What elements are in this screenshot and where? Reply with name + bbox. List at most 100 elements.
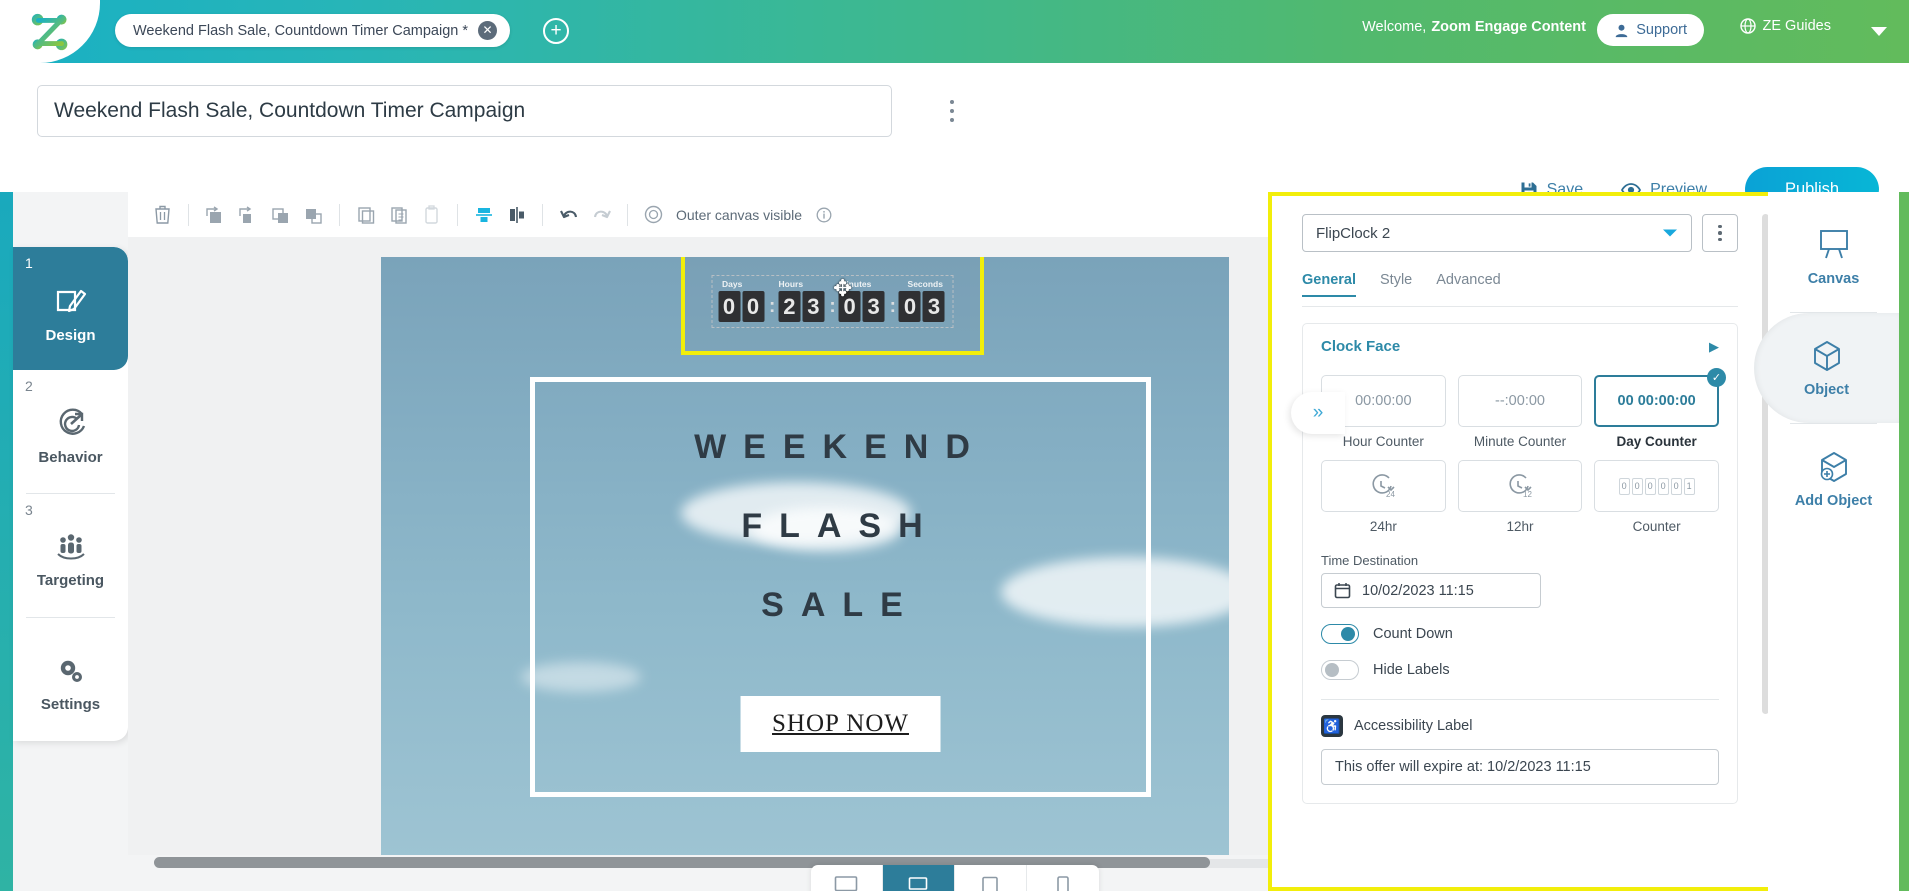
campaign-name-input[interactable] bbox=[37, 85, 892, 137]
divider bbox=[457, 203, 458, 226]
targeting-people-icon bbox=[56, 534, 85, 560]
clock-label-days: Days bbox=[722, 279, 743, 289]
step-number: 2 bbox=[25, 378, 33, 394]
bring-to-front-icon[interactable] bbox=[264, 199, 297, 231]
rail-item-label: Object bbox=[1803, 381, 1850, 398]
tab-style[interactable]: Style bbox=[1380, 272, 1412, 297]
sidebar-item-behavior[interactable]: 2 Behavior bbox=[13, 370, 128, 493]
clock-separator: : bbox=[889, 295, 896, 317]
clock-face-title: Clock Face bbox=[1321, 338, 1401, 355]
campaign-tab[interactable]: Weekend Flash Sale, Countdown Timer Camp… bbox=[115, 14, 511, 47]
design-canvas[interactable]: ↶ Days Hours Minutes Seconds 0 0 : 2 bbox=[128, 237, 1358, 855]
cube-icon bbox=[1813, 340, 1840, 371]
clock-face-option-minute[interactable]: --:00:00 Minute Counter bbox=[1457, 375, 1583, 449]
sidebar-item-settings[interactable]: Settings bbox=[13, 618, 128, 741]
campaign-title-panel: DRAFT ID: 📄 1938066 TYPE: Popup New bbox=[0, 63, 1909, 239]
collapse-panel-button[interactable]: » bbox=[1291, 392, 1345, 434]
close-icon[interactable]: ✕ bbox=[478, 21, 498, 40]
device-monitor-button[interactable] bbox=[811, 865, 883, 891]
clock-face-option-counter[interactable]: 000001 Counter bbox=[1594, 460, 1719, 534]
device-mobile-button[interactable] bbox=[1027, 865, 1099, 891]
rail-item-canvas[interactable]: Canvas bbox=[1768, 202, 1899, 312]
add-tab-button[interactable]: + bbox=[543, 18, 569, 44]
digit-second-2: 3 bbox=[922, 291, 945, 322]
accessibility-input[interactable] bbox=[1321, 749, 1719, 785]
option-preview[interactable]: 12 bbox=[1457, 460, 1583, 512]
shop-now-button[interactable]: SHOP NOW bbox=[740, 696, 941, 752]
send-to-back-icon[interactable] bbox=[297, 199, 330, 231]
support-button[interactable]: Support bbox=[1597, 14, 1704, 46]
option-caption: 12hr bbox=[1506, 519, 1534, 534]
tab-advanced[interactable]: Advanced bbox=[1436, 272, 1501, 297]
divider bbox=[188, 203, 189, 226]
hero-text-line-2: FLASH bbox=[741, 507, 940, 545]
accessibility-row: ♿ Accessibility Label bbox=[1321, 715, 1719, 737]
canvas-horizontal-scrollbar[interactable] bbox=[128, 855, 1358, 869]
chevron-right-icon[interactable]: ▶ bbox=[1709, 339, 1719, 355]
align-horizontal-icon[interactable] bbox=[500, 199, 533, 231]
user-icon bbox=[1615, 24, 1628, 37]
option-preview[interactable]: 000001 bbox=[1594, 460, 1719, 512]
object-select-dropdown[interactable]: FlipClock 2 bbox=[1302, 214, 1692, 252]
tab-general[interactable]: General bbox=[1302, 272, 1356, 297]
copy-icon[interactable] bbox=[349, 199, 382, 231]
outer-canvas-label: Outer canvas visible bbox=[676, 206, 803, 223]
option-preview[interactable]: --:00:00 bbox=[1457, 375, 1583, 427]
sidebar-item-targeting[interactable]: 3 Targeting bbox=[13, 494, 128, 617]
option-preview-text: 00 00:00:00 bbox=[1617, 393, 1696, 409]
digit-day-1: 0 bbox=[718, 291, 741, 322]
chevron-down-icon bbox=[1663, 229, 1677, 237]
hero-text-line-1: WEEKEND bbox=[694, 428, 987, 466]
object-rail: Canvas Object Add Object bbox=[1754, 192, 1899, 891]
object-kebab-menu[interactable] bbox=[1702, 214, 1738, 252]
option-preview[interactable]: 24 bbox=[1321, 460, 1446, 512]
redo-icon[interactable] bbox=[585, 199, 618, 231]
divider bbox=[1321, 699, 1719, 700]
outer-canvas-visibility-icon[interactable] bbox=[637, 199, 670, 231]
info-icon[interactable] bbox=[807, 199, 840, 231]
rail-item-object[interactable]: Object bbox=[1754, 313, 1899, 423]
workspace: 1 Design 2 Behavior 3 Targeting Settings… bbox=[0, 192, 1909, 891]
duplicate-icon[interactable] bbox=[382, 199, 415, 231]
clock-face-option-12hr[interactable]: 12 12hr bbox=[1457, 460, 1583, 534]
sidebar-item-label: Settings bbox=[40, 696, 101, 713]
clock-face-option-day[interactable]: 00 00:00:00 ✓ Day Counter bbox=[1594, 368, 1726, 449]
option-preview[interactable]: 00 00:00:00 ✓ bbox=[1594, 368, 1726, 427]
device-laptop-button[interactable] bbox=[882, 865, 955, 891]
count-down-toggle[interactable] bbox=[1321, 624, 1359, 644]
clock-face-option-24hr[interactable]: 24 24hr bbox=[1321, 460, 1446, 534]
app-logo[interactable] bbox=[0, 0, 100, 63]
digit-hour-2: 3 bbox=[802, 291, 825, 322]
clock-face-header[interactable]: Clock Face ▶ bbox=[1321, 338, 1719, 355]
option-preview-text: 00:00:00 bbox=[1355, 393, 1412, 409]
undo-icon[interactable] bbox=[552, 199, 585, 231]
align-vertical-icon[interactable] bbox=[467, 199, 500, 231]
hide-labels-toggle[interactable] bbox=[1321, 660, 1359, 680]
globe-icon bbox=[1739, 18, 1756, 34]
time-destination-field[interactable]: 10/02/2023 11:15 bbox=[1321, 573, 1541, 608]
option-preview-text: --:00:00 bbox=[1495, 393, 1545, 409]
properties-content: FlipClock 2 General Style Advanced Clock… bbox=[1272, 196, 1768, 887]
trash-icon[interactable] bbox=[146, 199, 179, 231]
caret-down-icon[interactable] bbox=[1871, 27, 1887, 36]
clock-separator: : bbox=[769, 295, 776, 317]
clock-24-icon: 24 bbox=[1372, 474, 1396, 499]
behavior-target-icon bbox=[59, 408, 85, 435]
svg-text:12: 12 bbox=[1523, 490, 1532, 499]
flipclock-object[interactable]: ↶ Days Hours Minutes Seconds 0 0 : 2 bbox=[681, 257, 984, 355]
zoom-engage-logo-icon bbox=[31, 13, 68, 50]
count-down-label: Count Down bbox=[1373, 626, 1453, 642]
app-root: Weekend Flash Sale, Countdown Timer Camp… bbox=[0, 0, 1909, 891]
title-kebab-menu[interactable] bbox=[940, 97, 964, 125]
bring-forward-icon[interactable] bbox=[198, 199, 231, 231]
accessibility-label: Accessibility Label bbox=[1354, 718, 1473, 734]
paste-icon[interactable] bbox=[415, 199, 448, 231]
device-tablet-button[interactable] bbox=[955, 865, 1027, 891]
rail-item-add-object[interactable]: Add Object bbox=[1768, 424, 1899, 534]
hero-text-line-3: SALE bbox=[761, 586, 920, 624]
popup-inner-frame: WEEKEND FLASH SALE SHOP NOW bbox=[530, 377, 1151, 797]
sidebar-item-design[interactable]: 1 Design bbox=[13, 247, 128, 370]
option-caption: 24hr bbox=[1369, 519, 1397, 534]
guides-button[interactable]: ZE Guides bbox=[1739, 18, 1831, 34]
send-backward-icon[interactable] bbox=[231, 199, 264, 231]
